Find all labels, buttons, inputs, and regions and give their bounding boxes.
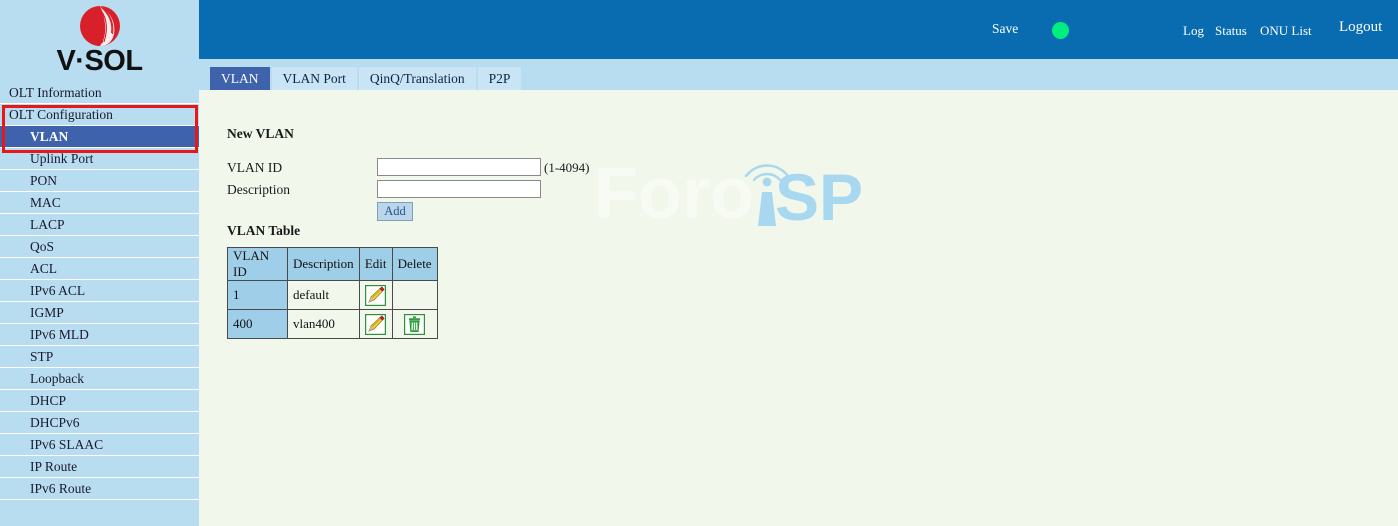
trash-delete-icon[interactable] [403,313,426,335]
pencil-edit-icon[interactable] [364,313,387,335]
save-status-indicator [1052,22,1069,39]
cell-delete-action [391,280,438,310]
sidebar-item-pon[interactable]: PON [0,170,199,192]
sidebar-item-label: IPv6 SLAAC [30,437,104,452]
add-vlan-button[interactable]: Add [377,202,413,221]
cell-delete-action[interactable] [391,309,438,339]
sidebar-item-label: IPv6 MLD [30,327,89,342]
sidebar-item-vlan[interactable]: VLAN [0,126,199,148]
tab-label: VLAN Port [282,71,346,86]
main-region: Save Log Status ONU List Logout VLAN VLAN… [199,0,1398,526]
cell-description: vlan400 [287,309,360,339]
sidebar-item-label: MAC [30,195,61,210]
header-link-log[interactable]: Log [1183,23,1204,39]
brand-logo: V·SOL [0,0,199,82]
header-link-onu-list[interactable]: ONU List [1260,23,1312,39]
content-area: Foro SP New VLAN VLAN ID (1-4094) Descri… [199,90,1398,526]
vlan-table-head: VLAN ID Description Edit Delete [227,247,438,281]
cell-description: default [287,280,360,310]
sidebar-item-ip-route[interactable]: IP Route [0,456,199,478]
logout-button[interactable]: Logout [1339,19,1382,36]
vlan-id-label: VLAN ID [227,160,283,175]
sidebar-item-ipv6-mld[interactable]: IPv6 MLD [0,324,199,346]
column-header-description: Description [287,247,360,281]
tab-label: QinQ/Translation [369,71,465,86]
sidebar-item-label: LACP [30,217,65,232]
sidebar-menu: OLT Information OLT Configuration VLAN Upli… [0,82,199,500]
sidebar-item-uplink-port[interactable]: Uplink Port [0,148,199,170]
sidebar-item-dhcp[interactable]: DHCP [0,390,199,412]
sidebar-item-label: OLT Information [9,85,102,100]
sidebar-item-label: Loopback [30,371,84,386]
sidebar-item-label: DHCPv6 [30,415,80,430]
cell-vlan-id: 400 [227,309,288,339]
watermark-text-isp: SP [775,160,863,234]
header-link-status[interactable]: Status [1215,23,1247,39]
vlan-table-body: 1 default 400 vlan400 [227,280,438,339]
watermark-antenna-icon [744,164,790,226]
column-header-delete: Delete [391,247,438,281]
sidebar-item-qos[interactable]: QoS [0,236,199,258]
sidebar-item-igmp[interactable]: IGMP [0,302,199,324]
sidebar-item-label: VLAN [30,129,69,144]
sidebar-item-stp[interactable]: STP [0,346,199,368]
sidebar-item-label: IP Route [30,459,78,474]
vlan-id-input[interactable] [377,158,541,176]
sidebar-item-acl[interactable]: ACL [0,258,199,280]
sidebar-item-label: ACL [30,261,57,276]
cell-edit-action[interactable] [358,280,393,310]
sidebar-item-ipv6-acl[interactable]: IPv6 ACL [0,280,199,302]
foroisp-watermark: Foro SP [594,154,863,234]
sidebar-item-loopback[interactable]: Loopback [0,368,199,390]
vlan-id-range-hint: (1-4094) [544,160,590,175]
sidebar-item-olt-configuration[interactable]: OLT Configuration [0,104,199,126]
sidebar-item-label: IPv6 Route [30,481,92,496]
tab-bar: VLAN VLAN Port QinQ/Translation P2P [199,59,1398,90]
tab-label: P2P [488,71,511,86]
sidebar-item-label: Uplink Port [30,151,94,166]
description-input[interactable] [377,180,541,198]
sidebar-item-ipv6-route[interactable]: IPv6 Route [0,478,199,500]
vlan-table: VLAN ID Description Edit Delete 1 default… [227,247,438,339]
sidebar-item-ipv6-slaac[interactable]: IPv6 SLAAC [0,434,199,456]
sidebar-item-label: OLT Configuration [9,107,113,122]
sidebar-item-label: PON [30,173,58,188]
column-header-edit: Edit [358,247,393,281]
olt-web-management-page: V·SOL OLT Information OLT Configuration VL… [0,0,1398,526]
tab-vlan-port[interactable]: VLAN Port [271,67,357,90]
tab-vlan[interactable]: VLAN [210,67,270,90]
sidebar: V·SOL OLT Information OLT Configuration VL… [0,0,199,526]
tab-label: VLAN [221,71,259,86]
new-vlan-heading: New VLAN [227,126,294,141]
brand-wordmark: V·SOL [56,45,143,77]
table-row: 1 default [227,280,438,310]
tab-p2p[interactable]: P2P [477,67,522,90]
table-header-row: VLAN ID Description Edit Delete [227,247,438,281]
sidebar-item-lacp[interactable]: LACP [0,214,199,236]
watermark-text-foro: Foro [594,154,754,234]
cell-vlan-id: 1 [227,280,288,310]
save-button[interactable]: Save [992,21,1018,37]
column-header-vlan-id: VLAN ID [227,247,288,281]
pencil-edit-icon[interactable] [364,284,387,306]
table-row: 400 vlan400 [227,309,438,339]
header-bar: Save Log Status ONU List Logout [199,0,1398,59]
sidebar-item-mac[interactable]: MAC [0,192,199,214]
sidebar-item-olt-information[interactable]: OLT Information [0,82,199,104]
description-label: Description [227,182,290,197]
vsol-sphere-logo-icon [79,6,120,46]
sidebar-item-label: IPv6 ACL [30,283,86,298]
sidebar-item-label: STP [30,349,54,364]
sidebar-item-label: DHCP [30,393,67,408]
sidebar-item-dhcpv6[interactable]: DHCPv6 [0,412,199,434]
cell-edit-action[interactable] [358,309,393,339]
vlan-table-heading: VLAN Table [227,223,301,238]
sidebar-item-label: IGMP [30,305,64,320]
sidebar-item-label: QoS [30,239,55,254]
tab-qinq-translation[interactable]: QinQ/Translation [358,67,476,90]
